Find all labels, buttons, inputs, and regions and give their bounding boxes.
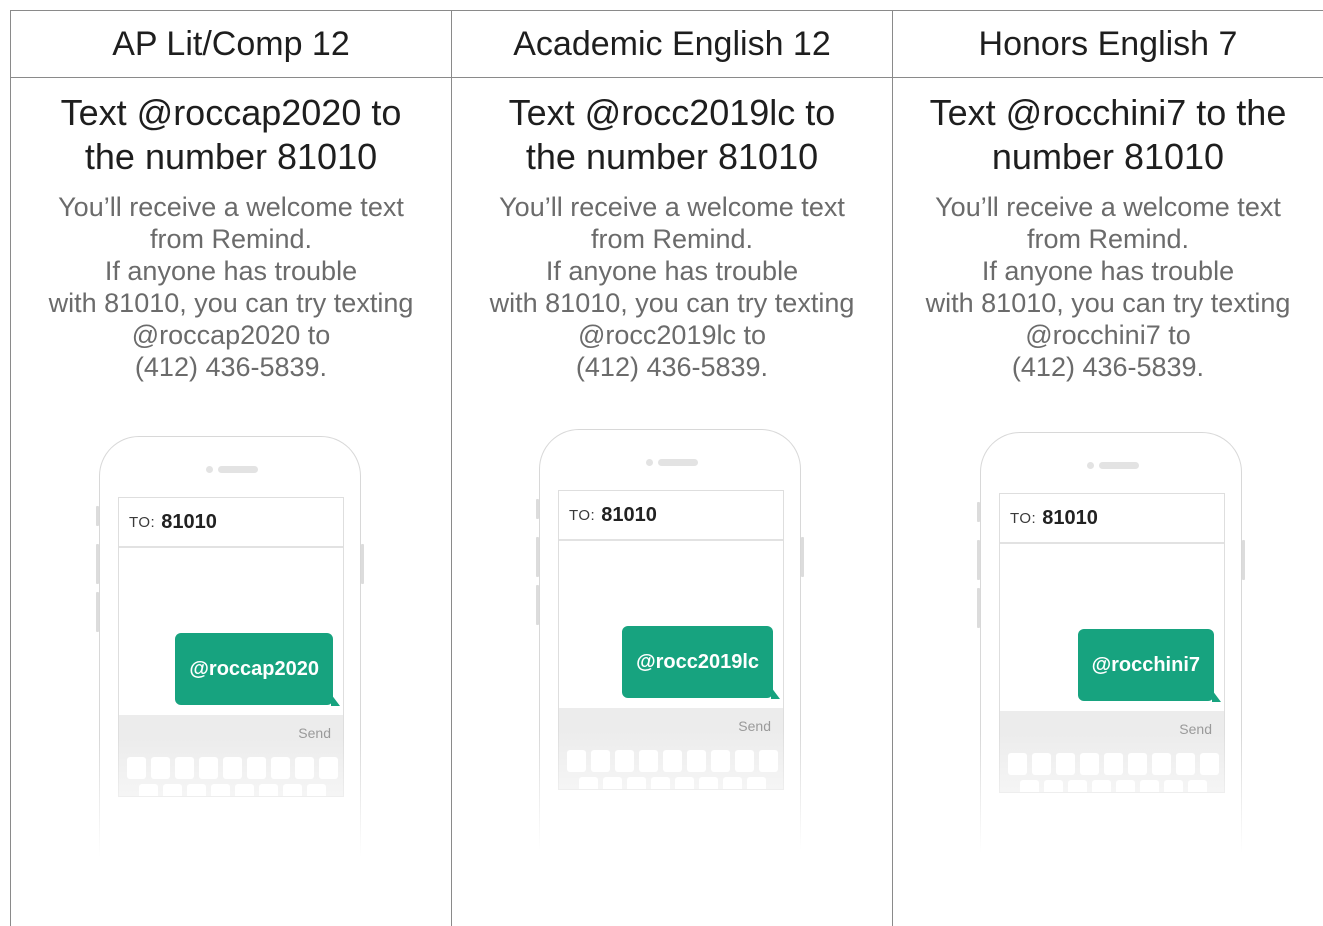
phone-fade [977,733,1245,853]
help-note: You’ll receive a welcome text from Remin… [48,192,414,382]
instruction-text: Text @rocchini7 to the number 81010 [929,92,1287,177]
instruction-text: Text @rocc2019lc to the number 81010 [508,92,836,177]
phone-illustration: TO: 81010 @rocc2019lc Send [536,429,804,850]
to-label: TO: [1010,509,1037,527]
to-number: 81010 [601,503,657,526]
speaker-icon [658,459,698,466]
phone-frame: TO: 81010 @roccap2020 Send [96,436,364,857]
column-ap-lit: AP Lit/Comp 12 Text @roccap2020 to the n… [11,11,451,926]
camera-icon [206,466,213,473]
bubble-tail [771,687,780,699]
phone-frame: TO: 81010 @rocc2019lc Send [536,429,804,850]
camera-icon [646,459,653,466]
phone-side-button [801,537,804,577]
recipient-row: TO: 81010 [119,498,343,548]
recipient-row: TO: 81010 [1000,494,1224,544]
instruction-text: Text @roccap2020 to the number 81010 [60,92,402,177]
column-header: AP Lit/Comp 12 [112,24,350,63]
bubble-tail [331,694,340,706]
phone-illustration: TO: 81010 @rocchini7 Send [977,432,1245,853]
to-number: 81010 [1042,506,1098,529]
to-label: TO: [569,506,596,524]
phone-fade [536,730,804,850]
speaker-icon [1099,462,1139,469]
message-bubble: @rocc2019lc [622,626,773,698]
bubble-tail [1212,690,1221,702]
message-bubble: @rocchini7 [1077,629,1214,701]
phone-side-button [1242,540,1245,580]
phone-illustration: TO: 81010 @roccap2020 Send [96,436,364,857]
column-honors-english: Honors English 7 Text @rocchini7 to the … [893,11,1323,926]
phone-frame: TO: 81010 @rocchini7 Send [977,432,1245,853]
column-header: Academic English 12 [513,24,831,63]
phone-fade [96,737,364,857]
help-note: You’ll receive a welcome text from Remin… [925,192,1291,382]
column-header: Honors English 7 [978,24,1238,63]
speaker-icon [218,466,258,473]
to-number: 81010 [161,510,217,533]
to-label: TO: [129,513,156,531]
phone-side-button [361,544,364,584]
message-bubble: @roccap2020 [175,633,333,705]
camera-icon [1087,462,1094,469]
help-note: You’ll receive a welcome text from Remin… [489,192,855,382]
recipient-row: TO: 81010 [559,491,783,541]
column-academic-english: Academic English 12 Text @rocc2019lc to … [452,11,892,926]
